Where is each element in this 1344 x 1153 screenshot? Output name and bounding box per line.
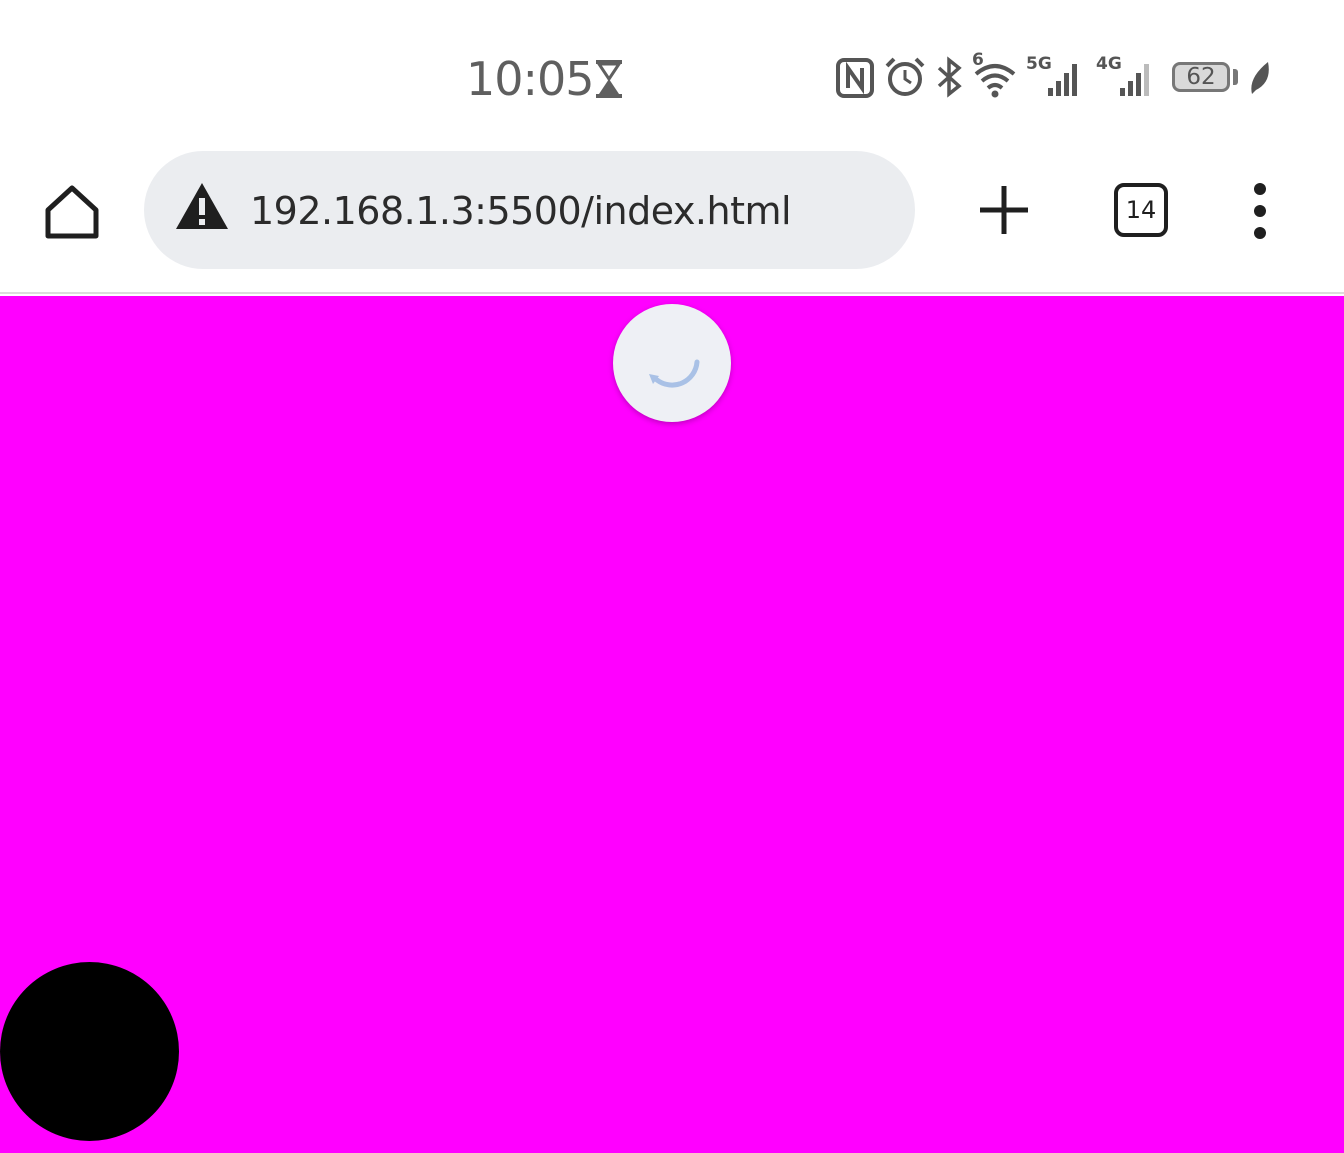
wifi-label: 6 [972,50,984,70]
hourglass-icon [596,60,622,98]
signal-4g-icon [1120,64,1149,96]
home-icon[interactable] [40,180,104,244]
bluetooth-icon [937,56,962,98]
battery-level: 62 [1186,64,1216,90]
tab-switcher-button[interactable]: 14 [1114,183,1168,237]
battery-icon: 62 [1172,62,1230,92]
browser-toolbar: 192.168.1.3:5500/index.html 14 [0,150,1344,294]
warning-icon[interactable] [174,181,230,231]
pull-to-refresh-spinner [613,304,731,422]
page-content [0,296,1344,1153]
more-vert-icon[interactable] [1240,180,1280,242]
url-text[interactable]: 192.168.1.3:5500/index.html [250,189,792,233]
address-bar[interactable]: 192.168.1.3:5500/index.html [144,151,915,269]
battery-tip [1233,69,1238,85]
leaf-icon [1251,62,1269,94]
nfc-icon [836,58,874,98]
alarm-icon [885,57,925,96]
status-time: 10:05 [466,52,595,106]
refresh-icon [649,359,700,388]
black-circle[interactable] [0,962,179,1141]
plus-icon[interactable] [976,182,1032,238]
status-bar: 10:05 6 5G 4G 62 [0,0,1344,150]
signal-5g-icon [1048,64,1077,96]
